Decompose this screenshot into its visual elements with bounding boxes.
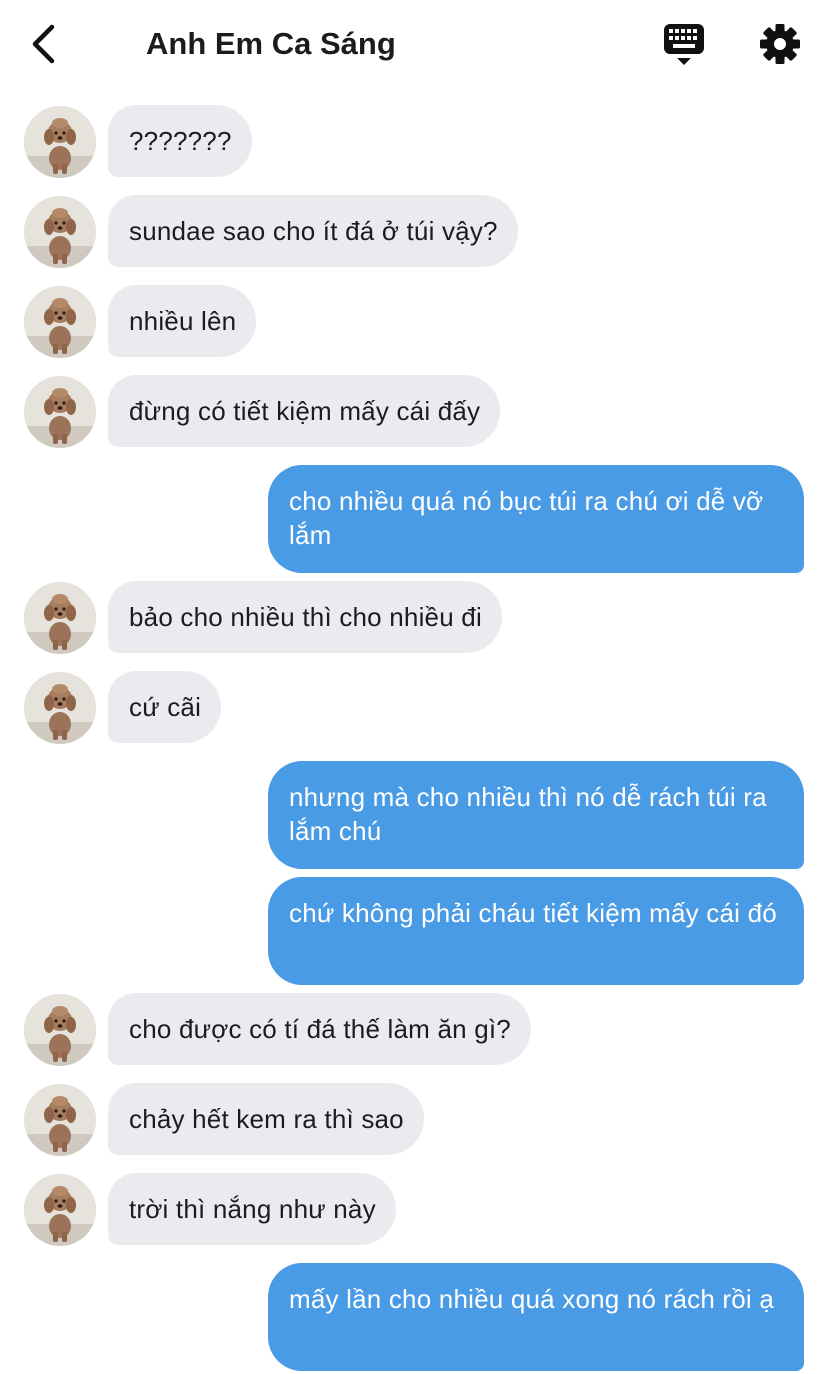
- back-button[interactable]: [26, 22, 66, 66]
- chat-title: Anh Em Ca Sáng: [146, 26, 396, 61]
- avatar[interactable]: [24, 582, 96, 654]
- avatar[interactable]: [24, 994, 96, 1066]
- keyboard-button[interactable]: [660, 20, 708, 68]
- message-bubble[interactable]: mấy lần cho nhiều quá xong nó rách rồi ạ: [268, 1263, 804, 1371]
- message-bubble[interactable]: chứ không phải cháu tiết kiệm mấy cái đó: [268, 877, 804, 985]
- avatar[interactable]: [24, 672, 96, 744]
- avatar[interactable]: [24, 196, 96, 268]
- avatar[interactable]: [24, 106, 96, 178]
- keyboard-icon: [664, 24, 704, 65]
- settings-button[interactable]: [756, 20, 804, 68]
- message-bubble[interactable]: bảo cho nhiều thì cho nhiều đi: [108, 581, 502, 653]
- message-bubble[interactable]: cho được có tí đá thế làm ăn gì?: [108, 993, 531, 1065]
- gear-icon: [760, 24, 800, 64]
- message-bubble[interactable]: ???????: [108, 105, 252, 177]
- message-bubble[interactable]: nhiều lên: [108, 285, 257, 357]
- avatar[interactable]: [24, 286, 96, 358]
- avatar[interactable]: [24, 1084, 96, 1156]
- avatar[interactable]: [24, 376, 96, 448]
- avatar[interactable]: [24, 1174, 96, 1246]
- message-bubble[interactable]: cho nhiều quá nó bục túi ra chú ơi dễ vỡ…: [268, 465, 804, 573]
- message-bubble[interactable]: cứ cãi: [108, 671, 222, 743]
- chat-header: Anh Em Ca Sáng: [0, 0, 828, 88]
- message-bubble[interactable]: đừng có tiết kiệm mấy cái đấy: [108, 375, 501, 447]
- message-bubble[interactable]: sundae sao cho ít đá ở túi vậy?: [108, 195, 518, 267]
- message-bubble[interactable]: nhưng mà cho nhiều thì nó dễ rách túi ra…: [268, 761, 804, 869]
- chevron-left-icon: [32, 24, 55, 64]
- message-bubble[interactable]: chảy hết kem ra thì sao: [108, 1083, 424, 1155]
- message-bubble[interactable]: trời thì nắng như này: [108, 1173, 396, 1245]
